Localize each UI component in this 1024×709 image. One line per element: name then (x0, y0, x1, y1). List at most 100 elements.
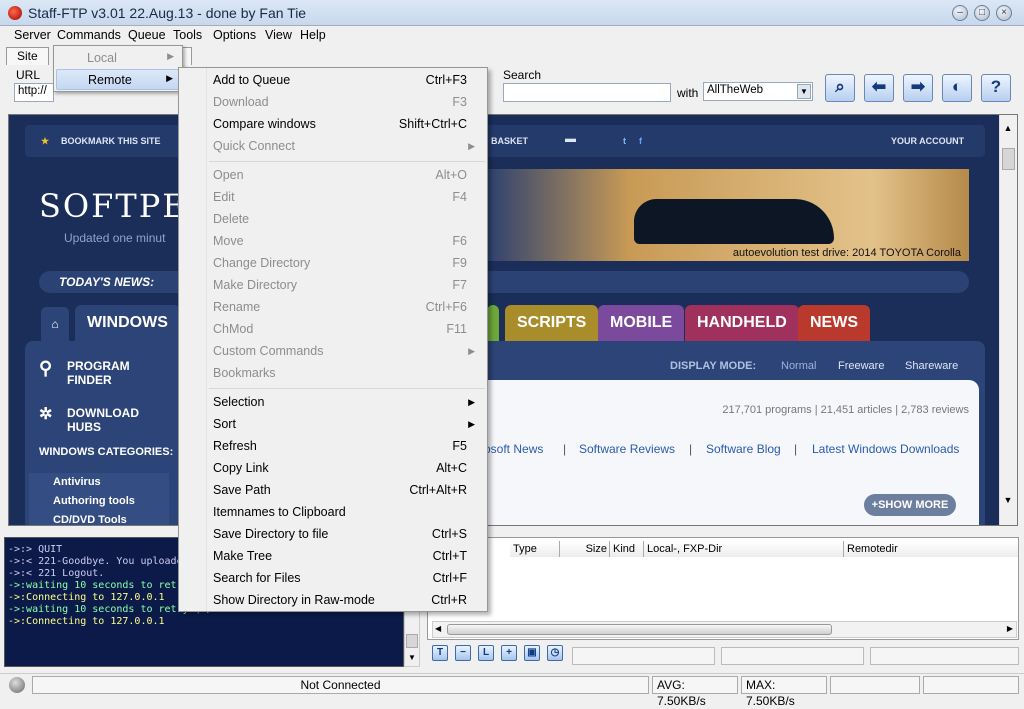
link-blog[interactable]: Software Blog (706, 442, 781, 456)
menu-copy-link[interactable]: Copy Link Alt+C (213, 458, 483, 478)
site-logo[interactable]: SOFTPE (39, 187, 188, 225)
menu-tools[interactable]: Tools (173, 28, 202, 42)
flag-icon[interactable]: ▬ (565, 133, 576, 145)
menu-custom-commands[interactable]: Custom Commands ▶ (213, 341, 483, 361)
link-reviews[interactable]: Software Reviews (579, 442, 675, 456)
link-separator: | (689, 442, 693, 456)
scroll-thumb[interactable] (447, 624, 832, 635)
tab-partial[interactable] (487, 305, 499, 341)
menu-refresh[interactable]: Refresh F5 (213, 436, 483, 456)
link-latest[interactable]: Latest Windows Downloads (812, 442, 959, 456)
menu-open[interactable]: Open Alt+O (213, 165, 483, 185)
category-antivirus[interactable]: Antivirus (29, 473, 169, 493)
column-local-dir[interactable]: Local-, FXP-Dir (644, 541, 844, 557)
tab-handheld[interactable]: HANDHELD (685, 305, 799, 341)
menu-server[interactable]: Server (14, 28, 51, 42)
column-kind[interactable]: Kind (610, 541, 644, 557)
column-type[interactable]: Type (510, 541, 560, 557)
minimize-icon[interactable]: – (952, 5, 968, 21)
local-icon[interactable]: L (478, 645, 494, 661)
search-input[interactable] (503, 83, 671, 102)
menu-search-files[interactable]: Search for Files Ctrl+F (213, 568, 483, 588)
menu-item-label: Save Path (213, 483, 271, 497)
content-area: 217,701 programs | 21,451 articles | 2,7… (474, 380, 979, 525)
category-authoring[interactable]: Authoring tools (29, 492, 169, 512)
scroll-thumb[interactable] (1002, 148, 1015, 170)
menu-add-to-queue[interactable]: Add to Queue Ctrl+F3 (213, 70, 483, 90)
chevron-right-icon[interactable]: ▶ (1007, 624, 1013, 633)
link-news[interactable]: osoft News (484, 442, 543, 456)
mode-normal[interactable]: Normal (781, 360, 816, 372)
menu-move[interactable]: Move F6 (213, 231, 483, 251)
menu-make-directory[interactable]: Make Directory F7 (213, 275, 483, 295)
tab-scripts[interactable]: SCRIPTS (505, 305, 599, 341)
submenu-remote[interactable]: Remote ▶ (56, 69, 180, 90)
plus-icon[interactable]: + (501, 645, 517, 661)
account-link[interactable]: YOUR ACCOUNT (891, 136, 964, 146)
browser-scrollbar[interactable]: ▲ ▼ (999, 115, 1017, 525)
menu-commands[interactable]: Commands (57, 28, 121, 42)
facebook-icon[interactable]: f (639, 136, 642, 146)
menu-queue[interactable]: Queue (128, 28, 166, 42)
menu-rename[interactable]: Rename Ctrl+F6 (213, 297, 483, 317)
menu-make-tree[interactable]: Make Tree Ctrl+T (213, 546, 483, 566)
menu-save-directory[interactable]: Save Directory to file Ctrl+S (213, 524, 483, 544)
tab-site[interactable]: Site (6, 47, 49, 65)
chevron-down-icon[interactable]: ▼ (1000, 495, 1016, 505)
tab-mobile[interactable]: MOBILE (598, 305, 685, 341)
mode-shareware[interactable]: Shareware (905, 360, 958, 372)
submenu-local[interactable]: Local ▶ (56, 48, 180, 69)
url-input[interactable]: http:// (14, 83, 54, 102)
transfer-icon[interactable]: T (432, 645, 448, 661)
menu-quick-connect[interactable]: Quick Connect ▶ (213, 136, 483, 156)
menu-delete[interactable]: Delete (213, 209, 483, 229)
clock-icon[interactable]: ◷ (547, 645, 563, 661)
menu-options[interactable]: Options (213, 28, 256, 42)
menu-change-directory[interactable]: Change Directory F9 (213, 253, 483, 273)
engine-select[interactable]: AllTheWeb ▼ (703, 82, 813, 101)
stop-icon[interactable]: ◐ (942, 74, 972, 102)
chevron-left-icon[interactable]: ◀ (435, 624, 441, 633)
menu-show-raw[interactable]: Show Directory in Raw-mode Ctrl+R (213, 590, 483, 610)
menu-view[interactable]: View (265, 28, 292, 42)
menu-save-path[interactable]: Save Path Ctrl+Alt+R (213, 480, 483, 500)
menu-help[interactable]: Help (300, 28, 326, 42)
minus-icon[interactable]: − (455, 645, 471, 661)
menu-sort[interactable]: Sort ▶ (213, 414, 483, 434)
filelist-hscrollbar[interactable]: ◀ ▶ (432, 621, 1017, 638)
show-more-button[interactable]: +SHOW MORE (864, 494, 956, 516)
menu-bookmarks[interactable]: Bookmarks (213, 363, 483, 383)
bookmark-link[interactable]: BOOKMARK THIS SITE (61, 136, 161, 146)
menu-chmod[interactable]: ChMod F11 (213, 319, 483, 339)
column-size[interactable]: Size (560, 541, 610, 557)
column-remote-dir[interactable]: Remotedir (844, 541, 1018, 557)
tab-news[interactable]: NEWS (798, 305, 870, 341)
banner-image[interactable]: autoevolution test drive: 2014 TOYOTA Co… (484, 169, 969, 261)
category-cd-dvd[interactable]: CD/DVD Tools (29, 511, 169, 525)
menu-download[interactable]: Download F3 (213, 92, 483, 112)
download-hubs-link[interactable]: DOWNLOAD HUBS (67, 406, 147, 434)
web-browser-view[interactable]: ★ BOOKMARK THIS SITE BASKET ▬ t f YOUR A… (8, 114, 1018, 526)
chevron-up-icon[interactable]: ▲ (1000, 123, 1016, 133)
help-icon[interactable]: ? (981, 74, 1011, 102)
close-icon[interactable]: × (996, 5, 1012, 21)
save-icon[interactable]: ▣ (524, 645, 540, 661)
scroll-thumb[interactable] (406, 634, 418, 648)
menu-selection[interactable]: Selection ▶ (213, 392, 483, 412)
arrow-right-icon[interactable]: ➡ (903, 74, 933, 102)
arrow-left-icon[interactable]: ⬅ (864, 74, 894, 102)
twitter-icon[interactable]: t (623, 136, 626, 146)
maximize-icon[interactable]: □ (974, 5, 990, 21)
chevron-down-icon[interactable]: ▼ (405, 653, 419, 662)
search-icon[interactable]: ⌕ (825, 74, 855, 102)
home-icon[interactable]: ⌂ (41, 307, 69, 341)
chevron-down-icon[interactable]: ▼ (797, 84, 811, 99)
tab-windows[interactable]: WINDOWS (75, 305, 180, 341)
menu-edit[interactable]: Edit F4 (213, 187, 483, 207)
app-icon[interactable] (8, 6, 22, 20)
program-finder-link[interactable]: PROGRAM FINDER (67, 359, 147, 387)
menu-compare-windows[interactable]: Compare windows Shift+Ctrl+C (213, 114, 483, 134)
mode-freeware[interactable]: Freeware (838, 360, 884, 372)
menu-itemnames-to-clipboard[interactable]: Itemnames to Clipboard (213, 502, 483, 522)
basket-link[interactable]: BASKET (491, 136, 528, 146)
